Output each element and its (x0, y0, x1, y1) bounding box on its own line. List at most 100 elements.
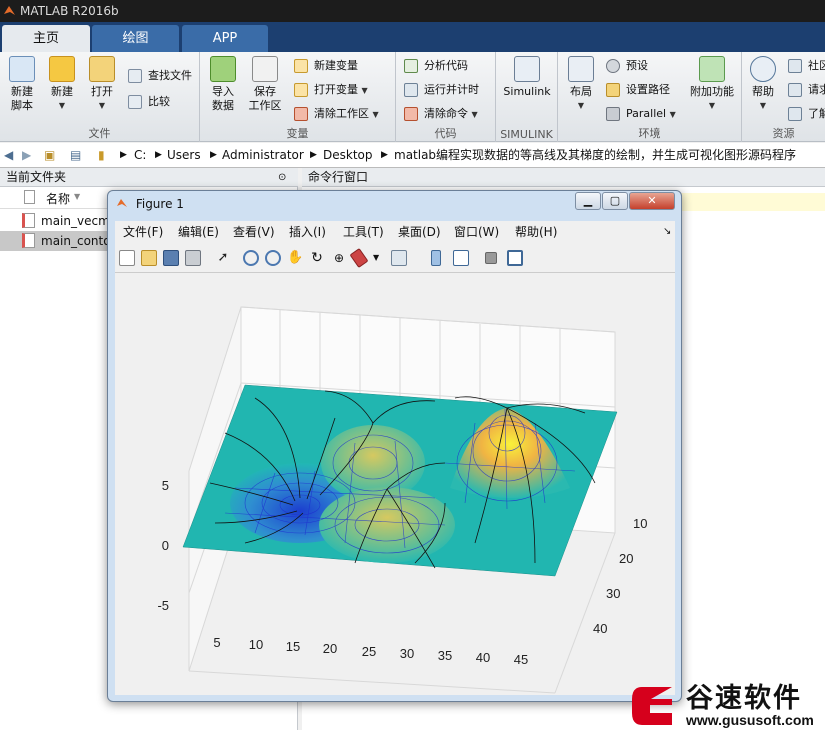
minimize-button[interactable]: ▁ (575, 192, 601, 210)
addons-button[interactable]: 附加功能 ▼ (686, 56, 738, 113)
rotate-3d-icon[interactable]: ↻ (309, 250, 325, 266)
eraser-icon (294, 107, 308, 121)
command-window-title: 命令行窗口 (308, 170, 369, 184)
breadcrumb-c[interactable]: C: (134, 143, 146, 168)
brush-icon[interactable] (349, 248, 369, 268)
file-type-icon (24, 190, 35, 204)
sort-arrow-icon[interactable]: ▼ (74, 192, 80, 201)
app-title-bar: MATLAB R2016b (0, 0, 825, 22)
breadcrumb-users[interactable]: Users (167, 143, 201, 168)
new-script-button[interactable]: 新建 脚本 (4, 56, 40, 113)
hide-plot-tools-icon[interactable] (485, 252, 497, 264)
pan-hand-icon[interactable]: ✋ (287, 250, 303, 266)
legend-icon[interactable] (453, 250, 469, 266)
up-folder-icon[interactable]: ▣ (44, 143, 55, 168)
chevron-down-icon: ▼ (58, 101, 66, 110)
community-button[interactable]: 社区 (786, 56, 825, 76)
import-data-button[interactable]: 导入 数据 (206, 56, 240, 113)
forward-arrow-icon[interactable]: ▶ (22, 143, 31, 168)
open-label: 打开 (91, 85, 113, 98)
import-icon (210, 56, 236, 82)
new-variable-button[interactable]: 新建变量 (292, 56, 358, 76)
command-info-bar (676, 193, 825, 211)
preferences-button[interactable]: 预设 (604, 56, 648, 76)
learn-label: 了解 (808, 107, 825, 120)
breadcrumb-project-folder[interactable]: matlab编程实现数据的等高线及其梯度的绘制，并生成可视化图形源码程序 (394, 143, 796, 168)
path-separator-icon: ▶ (155, 150, 162, 160)
zoom-out-icon[interactable] (265, 250, 281, 266)
tab-apps[interactable]: APP (182, 25, 268, 52)
figure-menu-bar: 文件(F) 编辑(E) 查看(V) 插入(I) 工具(T) 桌面(D) 窗口(W… (115, 221, 675, 243)
community-icon (788, 59, 802, 73)
new-variable-label: 新建变量 (314, 59, 358, 72)
open-file-icon[interactable] (141, 250, 157, 266)
tab-home[interactable]: 主页 (2, 25, 90, 52)
menu-view[interactable]: 查看(V) (233, 221, 275, 243)
print-icon[interactable] (185, 250, 201, 266)
z-tick-label: -5 (157, 598, 169, 613)
tab-plots[interactable]: 绘图 (92, 25, 179, 52)
request-support-label: 请求 (808, 83, 825, 96)
m-file-icon (22, 213, 35, 228)
clear-commands-button[interactable]: 清除命令 ▼ (402, 104, 478, 124)
simulink-button[interactable]: Simulink (500, 56, 554, 99)
path-separator-icon: ▶ (120, 150, 127, 160)
analyze-code-button[interactable]: 分析代码 (402, 56, 468, 76)
pointer-icon[interactable]: ➚ (215, 250, 231, 266)
help-button[interactable]: 帮助 ▼ (748, 56, 778, 113)
zoom-in-icon[interactable] (243, 250, 259, 266)
new-figure-icon[interactable] (119, 250, 135, 266)
command-window-header: 命令行窗口 (302, 168, 825, 187)
save-workspace-button[interactable]: 保存 工作区 (244, 56, 286, 113)
path-separator-icon: ▶ (310, 150, 317, 160)
browse-folder-icon[interactable]: ▤ (70, 143, 81, 168)
menu-insert[interactable]: 插入(I) (289, 221, 326, 243)
new-button[interactable]: 新建 ▼ (44, 56, 80, 113)
close-button[interactable]: ✕ (629, 192, 675, 210)
dock-arrow-icon[interactable]: ↘ (663, 221, 671, 243)
menu-window[interactable]: 窗口(W) (454, 221, 499, 243)
menu-file[interactable]: 文件(F) (123, 221, 163, 243)
save-workspace-icon (252, 56, 278, 82)
clear-workspace-button[interactable]: 清除工作区 ▼ (292, 104, 379, 124)
parallel-icon (606, 107, 620, 121)
compare-button[interactable]: 比较 (126, 92, 170, 112)
surface-plot[interactable]: 5 0 -5 5 10 15 20 25 30 35 40 45 10 20 3… (115, 273, 675, 695)
x-tick-label: 15 (286, 639, 300, 654)
ribbon-group-code: 分析代码 运行并计时 清除命令 ▼ 代码 (396, 52, 496, 142)
chevron-down-icon[interactable]: ▼ (373, 253, 379, 262)
menu-tools[interactable]: 工具(T) (343, 221, 384, 243)
save-icon[interactable] (163, 250, 179, 266)
menu-edit[interactable]: 编辑(E) (178, 221, 219, 243)
addons-label: 附加功能 (690, 85, 734, 98)
link-plot-icon[interactable] (391, 250, 407, 266)
back-arrow-icon[interactable]: ◀ (4, 143, 13, 168)
chevron-down-icon: ▼ (98, 101, 106, 110)
open-button[interactable]: 打开 ▼ (84, 56, 120, 113)
panel-menu-icon[interactable]: ⊙ (278, 168, 286, 187)
request-support-button[interactable]: 请求 (786, 80, 825, 100)
y-tick-label: 40 (593, 621, 607, 636)
group-label-file: 文件 (88, 127, 111, 140)
colorbar-icon[interactable] (431, 250, 441, 266)
watermark: 谷速软件 www.gususoft.com (628, 677, 825, 730)
watermark-url: www.gususoft.com (686, 712, 814, 728)
maximize-button[interactable]: ▢ (602, 192, 628, 210)
name-column-header[interactable]: 名称 (46, 190, 70, 207)
gear-icon (606, 59, 620, 73)
ribbon-tab-row: 主页 绘图 APP (0, 22, 825, 52)
learn-matlab-button[interactable]: 了解 (786, 104, 825, 124)
menu-desktop[interactable]: 桌面(D) (398, 221, 441, 243)
data-cursor-icon[interactable]: ⊕ (331, 250, 347, 266)
find-files-button[interactable]: 查找文件 (126, 66, 192, 86)
breadcrumb-desktop[interactable]: Desktop (323, 143, 373, 168)
breadcrumb-administrator[interactable]: Administrator (222, 143, 304, 168)
z-tick-label: 5 (162, 478, 169, 493)
set-path-button[interactable]: 设置路径 (604, 80, 670, 100)
show-plot-tools-icon[interactable] (507, 250, 523, 266)
parallel-button[interactable]: Parallel ▼ (604, 104, 676, 124)
layout-button[interactable]: 布局 ▼ (564, 56, 598, 113)
open-variable-button[interactable]: 打开变量 ▼ (292, 80, 368, 100)
run-and-time-button[interactable]: 运行并计时 (402, 80, 479, 100)
menu-help[interactable]: 帮助(H) (515, 221, 557, 243)
